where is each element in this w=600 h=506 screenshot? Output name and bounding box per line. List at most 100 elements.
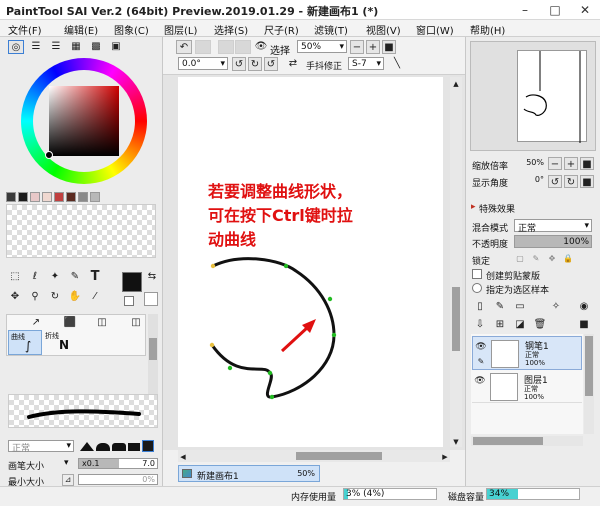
move-icon[interactable]: ✥ (6, 290, 24, 306)
zoom-in-icon[interactable]: + (366, 40, 380, 54)
curve-control-point[interactable] (269, 394, 275, 400)
lock-paint-icon[interactable]: ✎ (530, 252, 542, 264)
rotate-icon[interactable]: ↻ (46, 290, 64, 306)
menu-select[interactable]: 选择(S) (214, 22, 248, 37)
color-picker-marker[interactable] (45, 151, 53, 159)
curve-stroke[interactable] (210, 257, 336, 399)
color-swatch[interactable] (90, 192, 100, 202)
curve-control-point[interactable] (331, 332, 337, 338)
close-icon[interactable]: ✕ (570, 0, 600, 20)
rotate-right-icon[interactable]: ↻ (248, 57, 262, 71)
canvas[interactable] (178, 77, 443, 447)
curve-control-point[interactable] (210, 263, 216, 269)
layer-effect-icon[interactable]: ✧ (548, 300, 564, 314)
document-tab[interactable]: 新建画布1 50% (178, 465, 320, 482)
color-swatch[interactable] (78, 192, 88, 202)
navigator[interactable] (470, 41, 596, 151)
new-vector-layer-icon[interactable]: ✎ (492, 300, 508, 314)
zoom-icon[interactable]: ⚲ (26, 290, 44, 306)
flip-horizontal-icon[interactable]: ⇄ (286, 57, 300, 71)
stabilizer-select[interactable]: S-7 ▾ (348, 57, 384, 70)
blend-mode-select[interactable]: 正常 ▾ (514, 219, 592, 234)
menu-layer[interactable]: 图层(L) (164, 22, 197, 37)
layer-options-icon[interactable]: ■ (576, 318, 592, 332)
nav-rotate-left-icon[interactable]: ↺ (548, 175, 562, 188)
opacity-slider[interactable]: 100% (514, 235, 592, 248)
selection-source-checkbox[interactable] (472, 283, 482, 293)
scroll-left-icon[interactable]: ◀ (178, 450, 188, 462)
menu-file[interactable]: 文件(F) (8, 22, 42, 37)
eye-icon[interactable]: 👁 (254, 40, 268, 54)
pen-layer-icon[interactable]: ✎ (475, 355, 487, 367)
vertical-scroll-thumb[interactable] (452, 287, 460, 351)
delete-layer-icon[interactable]: 🗑 (532, 318, 548, 332)
brush-size-slider[interactable]: x0.1 7.0 (78, 458, 158, 469)
undo-icon[interactable]: ↶ (176, 40, 192, 54)
lasso-icon[interactable]: ℓ (26, 270, 44, 286)
swatch-grid-tab-icon[interactable]: ▩ (88, 40, 104, 54)
curve-control-point[interactable] (267, 370, 273, 376)
menu-window[interactable]: 窗口(W) (416, 22, 454, 37)
color-wheel-tab-icon[interactable]: ◎ (8, 40, 24, 54)
merge-down-icon[interactable]: ⇩ (472, 318, 488, 332)
hsv-slider-tab-icon[interactable]: ☰ (48, 40, 64, 54)
color-swatch[interactable] (54, 192, 64, 202)
layer-row[interactable]: 👁 ✎ 钢笔1 正常 100% (472, 336, 582, 370)
select-pen-icon[interactable]: ✎ (66, 270, 84, 286)
redo-icon[interactable] (195, 40, 211, 54)
rotation-select[interactable]: 0.0° ▾ (178, 57, 228, 70)
effects-header-icon[interactable]: ▸ (471, 202, 476, 212)
deselect-icon[interactable] (218, 40, 234, 54)
color-swatch[interactable] (18, 192, 28, 202)
color-swatch[interactable] (66, 192, 76, 202)
menu-ruler[interactable]: 尺子(R) (264, 22, 299, 37)
color-swatch[interactable] (30, 192, 40, 202)
magic-wand-icon[interactable]: ✦ (46, 270, 64, 286)
zoom-select[interactable]: 50% ▾ (297, 40, 347, 53)
rect-select-icon[interactable]: ⬚ (6, 270, 24, 286)
brush-shape-icon[interactable] (142, 440, 154, 452)
nav-zoom-reset-icon[interactable]: ■ (580, 157, 594, 170)
hand-icon[interactable]: ✋ (66, 290, 84, 306)
color-swatch[interactable] (6, 192, 16, 202)
invert-selection-icon[interactable] (235, 40, 251, 54)
merge-all-icon[interactable]: ⊞ (492, 318, 508, 332)
lock-transparency-icon[interactable]: ▢ (514, 252, 526, 264)
nav-angle-slider[interactable]: 0° (514, 175, 544, 185)
clear-layer-icon[interactable]: ◪ (512, 318, 528, 332)
horizontal-scrollbar[interactable]: ◀ ▶ (178, 450, 450, 462)
lock-all-icon[interactable]: 🔒 (562, 252, 574, 264)
eye-icon[interactable]: 👁 (474, 374, 486, 386)
brush-shape-icon[interactable] (112, 443, 126, 451)
nav-zoom-in-icon[interactable]: + (564, 157, 578, 170)
tool-scrollbar[interactable] (148, 314, 158, 394)
curve-control-point[interactable] (227, 365, 233, 371)
eraser-icon[interactable]: ◫ (95, 316, 109, 328)
text-tool-icon[interactable]: T (86, 270, 104, 286)
maximize-icon[interactable]: □ (540, 0, 570, 20)
clip-mask-checkbox[interactable] (472, 269, 482, 279)
menu-view[interactable]: 视图(V) (366, 22, 401, 37)
rotate-reset-icon[interactable]: ↺ (264, 57, 278, 71)
menu-filter[interactable]: 滤镜(T) (314, 22, 348, 37)
new-layer-icon[interactable]: ▯ (472, 300, 488, 314)
swap-colors-icon[interactable]: ⇆ (146, 270, 158, 284)
brush-shape-icon[interactable] (96, 443, 110, 451)
layer-row[interactable]: 👁 图层1 正常 100% (472, 371, 582, 403)
fill-icon[interactable]: ⬛ (63, 316, 77, 328)
zoom-out-icon[interactable]: − (350, 40, 364, 54)
lock-move-icon[interactable]: ✥ (546, 252, 558, 264)
layer-mask-icon[interactable]: ◉ (576, 300, 592, 314)
background-color[interactable] (124, 296, 134, 306)
minimize-icon[interactable]: – (510, 0, 540, 20)
pressure-icon[interactable]: ◫ (129, 316, 143, 328)
saturation-value-square[interactable] (49, 86, 119, 156)
scroll-up-icon[interactable]: ▲ (450, 77, 462, 88)
nav-zoom-out-icon[interactable]: − (548, 157, 562, 170)
horizontal-scroll-thumb[interactable] (296, 452, 382, 460)
menu-help[interactable]: 帮助(H) (470, 22, 505, 37)
eyedropper-icon[interactable]: ⁄ (86, 290, 104, 306)
new-folder-icon[interactable]: ▭ (512, 300, 528, 314)
polyline-tool[interactable]: 折线 N (43, 330, 77, 355)
foreground-color[interactable] (122, 272, 142, 292)
